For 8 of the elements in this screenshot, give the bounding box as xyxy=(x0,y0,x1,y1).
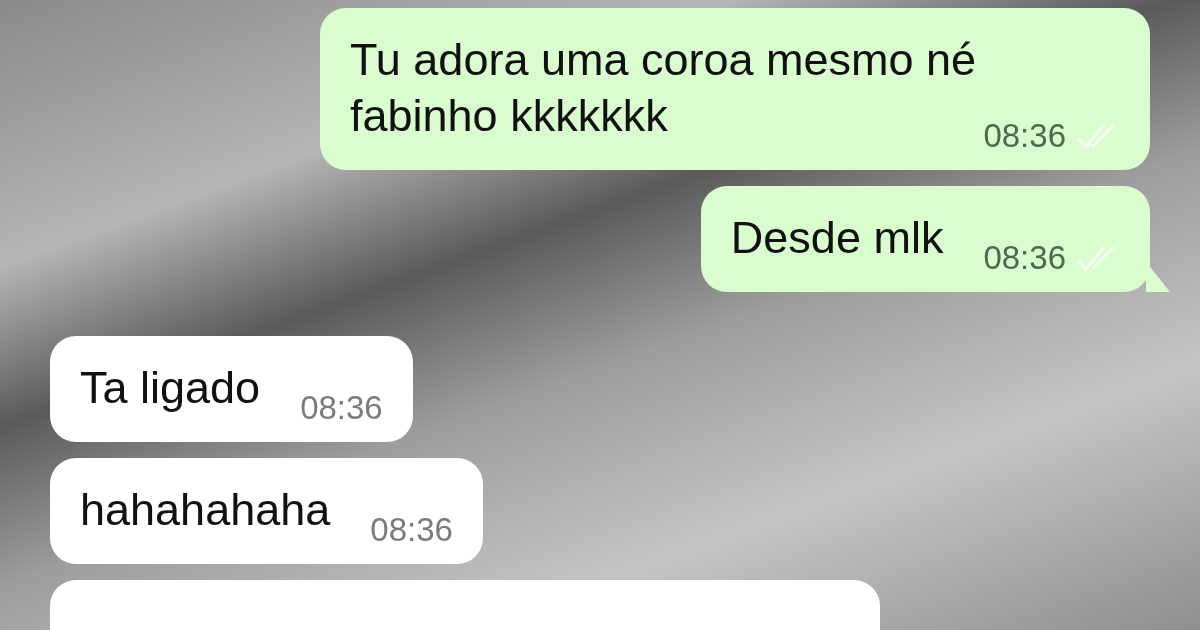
message-time: 08:36 xyxy=(370,510,453,550)
message-text: hahahahaha xyxy=(80,484,331,535)
message-text: Ta ligado xyxy=(80,362,261,413)
message-time: 08:36 xyxy=(300,388,383,428)
message-time: 08:36 xyxy=(983,238,1066,278)
message-text: Tu adora uma coroa mesmo né fabinho kkkkkkk xyxy=(350,34,977,141)
message-time: 08:36 xyxy=(983,116,1066,156)
message-text: Desde mlk xyxy=(730,212,944,263)
